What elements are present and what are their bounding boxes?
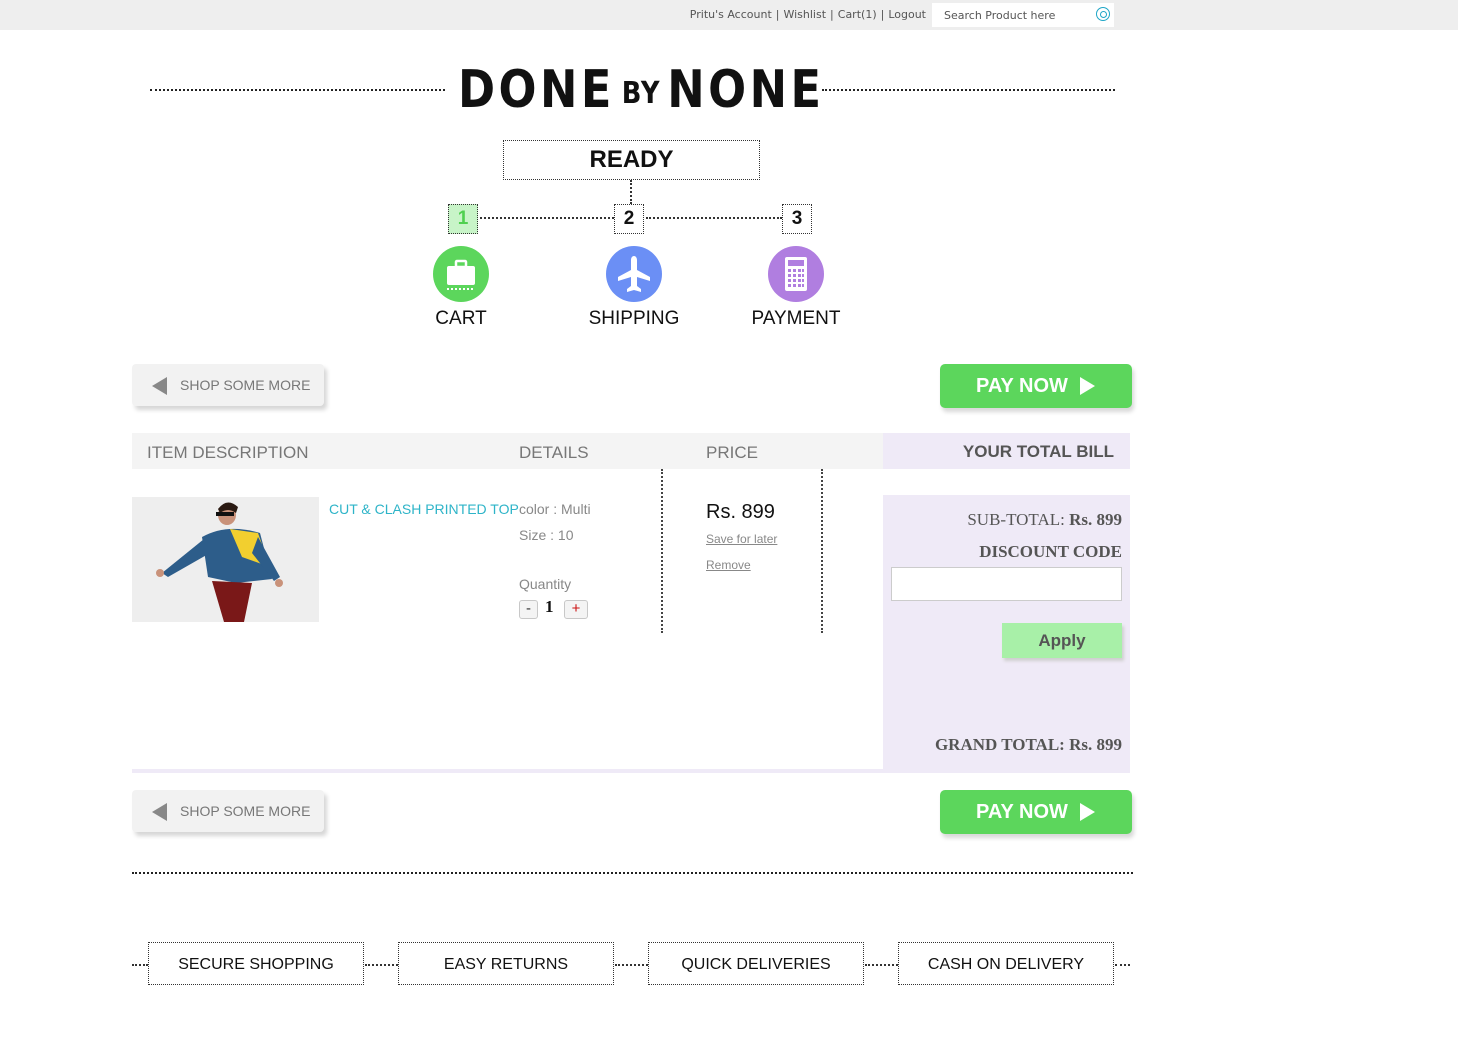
search-icon[interactable] [1096,7,1110,21]
shop-more-label: SHOP SOME MORE [180,377,311,393]
logo-text: NONE [667,60,825,120]
connector [615,964,648,966]
header-total-bill-label: YOUR TOTAL BILL [962,442,1114,461]
product-photo [132,497,319,622]
calculator-icon[interactable] [768,246,824,302]
logo-divider-left [150,89,445,91]
connector [132,964,148,966]
connector [365,964,398,966]
product-size: Size : 10 [519,527,574,543]
grand-total-label: GRAND TOTAL: [934,735,1065,754]
separator: | [830,8,834,21]
header-total-bill: YOUR TOTAL BILL [883,433,1130,469]
step-label-cart: CART [435,308,487,329]
feature-cash-on-delivery: CASH ON DELIVERY [898,942,1114,985]
subtotal-label: SUB-TOTAL: [967,510,1065,529]
separator: | [775,8,780,21]
cart-link[interactable]: Cart(1) [838,8,877,21]
apply-button[interactable]: Apply [1002,623,1122,658]
quantity-increase-button[interactable]: + [564,600,588,619]
logo-text: BY [621,75,661,111]
step-number-cart: 1 [448,204,478,234]
connector [1115,964,1130,966]
airplane-icon[interactable] [606,246,662,302]
row-divider [132,769,883,773]
pay-now-label: PAY NOW [976,375,1068,397]
subtotal-value: Rs. 899 [1069,510,1122,529]
back-arrow-icon [152,377,167,395]
separator: | [880,8,885,21]
connector [865,964,898,966]
shop-more-button-bottom[interactable]: SHOP SOME MORE [132,790,324,832]
step-number-payment: 3 [782,204,812,234]
logout-link[interactable]: Logout [888,8,926,21]
back-arrow-icon [152,803,167,821]
discount-code-label: DISCOUNT CODE [979,542,1122,561]
pay-now-button[interactable]: PAY NOW [940,364,1132,408]
calculator-icon-graphic [785,257,807,291]
play-arrow-icon [1080,803,1095,821]
footer-divider [132,872,1133,874]
play-arrow-icon [1080,377,1095,395]
product-image[interactable] [132,497,319,622]
header-details: DETAILS [519,443,589,462]
feature-secure-shopping: SECURE SHOPPING [148,942,364,985]
header-item-description: ITEM DESCRIPTION [147,443,309,462]
connector [646,217,782,219]
brand-logo[interactable]: DONE BY NONE [458,60,824,120]
grand-total: GRAND TOTAL: Rs. 899 [935,735,1122,755]
shop-more-button[interactable]: SHOP SOME MORE [132,364,324,406]
pay-now-label: PAY NOW [976,801,1068,823]
search-input[interactable] [942,3,1086,27]
discount-code-input[interactable] [891,567,1122,601]
connector [630,180,632,204]
subtotal: SUB-TOTAL: Rs. 899 [967,510,1122,530]
quantity-value: 1 [545,597,554,616]
account-link[interactable]: Pritu's Account [690,8,772,21]
step-label-shipping: SHIPPING [588,308,680,329]
step-label-payment: PAYMENT [751,308,841,329]
remove-link[interactable]: Remove [706,558,751,572]
shop-more-label: SHOP SOME MORE [180,803,311,819]
product-name-link[interactable]: CUT & CLASH PRINTED TOP [329,501,519,517]
airplane-icon-graphic [618,256,650,292]
feature-easy-returns: EASY RETURNS [398,942,614,985]
column-divider [821,469,823,633]
account-links: Pritu's Account | Wishlist | Cart(1) | Logout [690,8,926,21]
quantity-decrease-button[interactable]: - [519,600,538,619]
save-for-later-link[interactable]: Save for later [706,532,777,546]
grand-total-value: Rs. 899 [1069,735,1122,754]
feature-quick-deliveries: QUICK DELIVERIES [648,942,864,985]
wishlist-link[interactable]: Wishlist [783,8,826,21]
connector [480,217,614,219]
quantity-label: Quantity [519,576,572,592]
logo-text: DONE [458,60,615,120]
suitcase-icon-graphic [447,259,475,290]
step-number-shipping: 2 [614,204,644,234]
pay-now-button-bottom[interactable]: PAY NOW [940,790,1132,834]
product-color: color : Multi [519,501,591,517]
logo-divider-right [822,89,1115,91]
checkout-status: READY [503,140,760,180]
search-box [932,3,1114,27]
column-divider [661,469,663,633]
suitcase-icon[interactable] [433,246,489,302]
item-price: Rs. 899 [706,501,775,523]
header-price: PRICE [706,443,758,462]
